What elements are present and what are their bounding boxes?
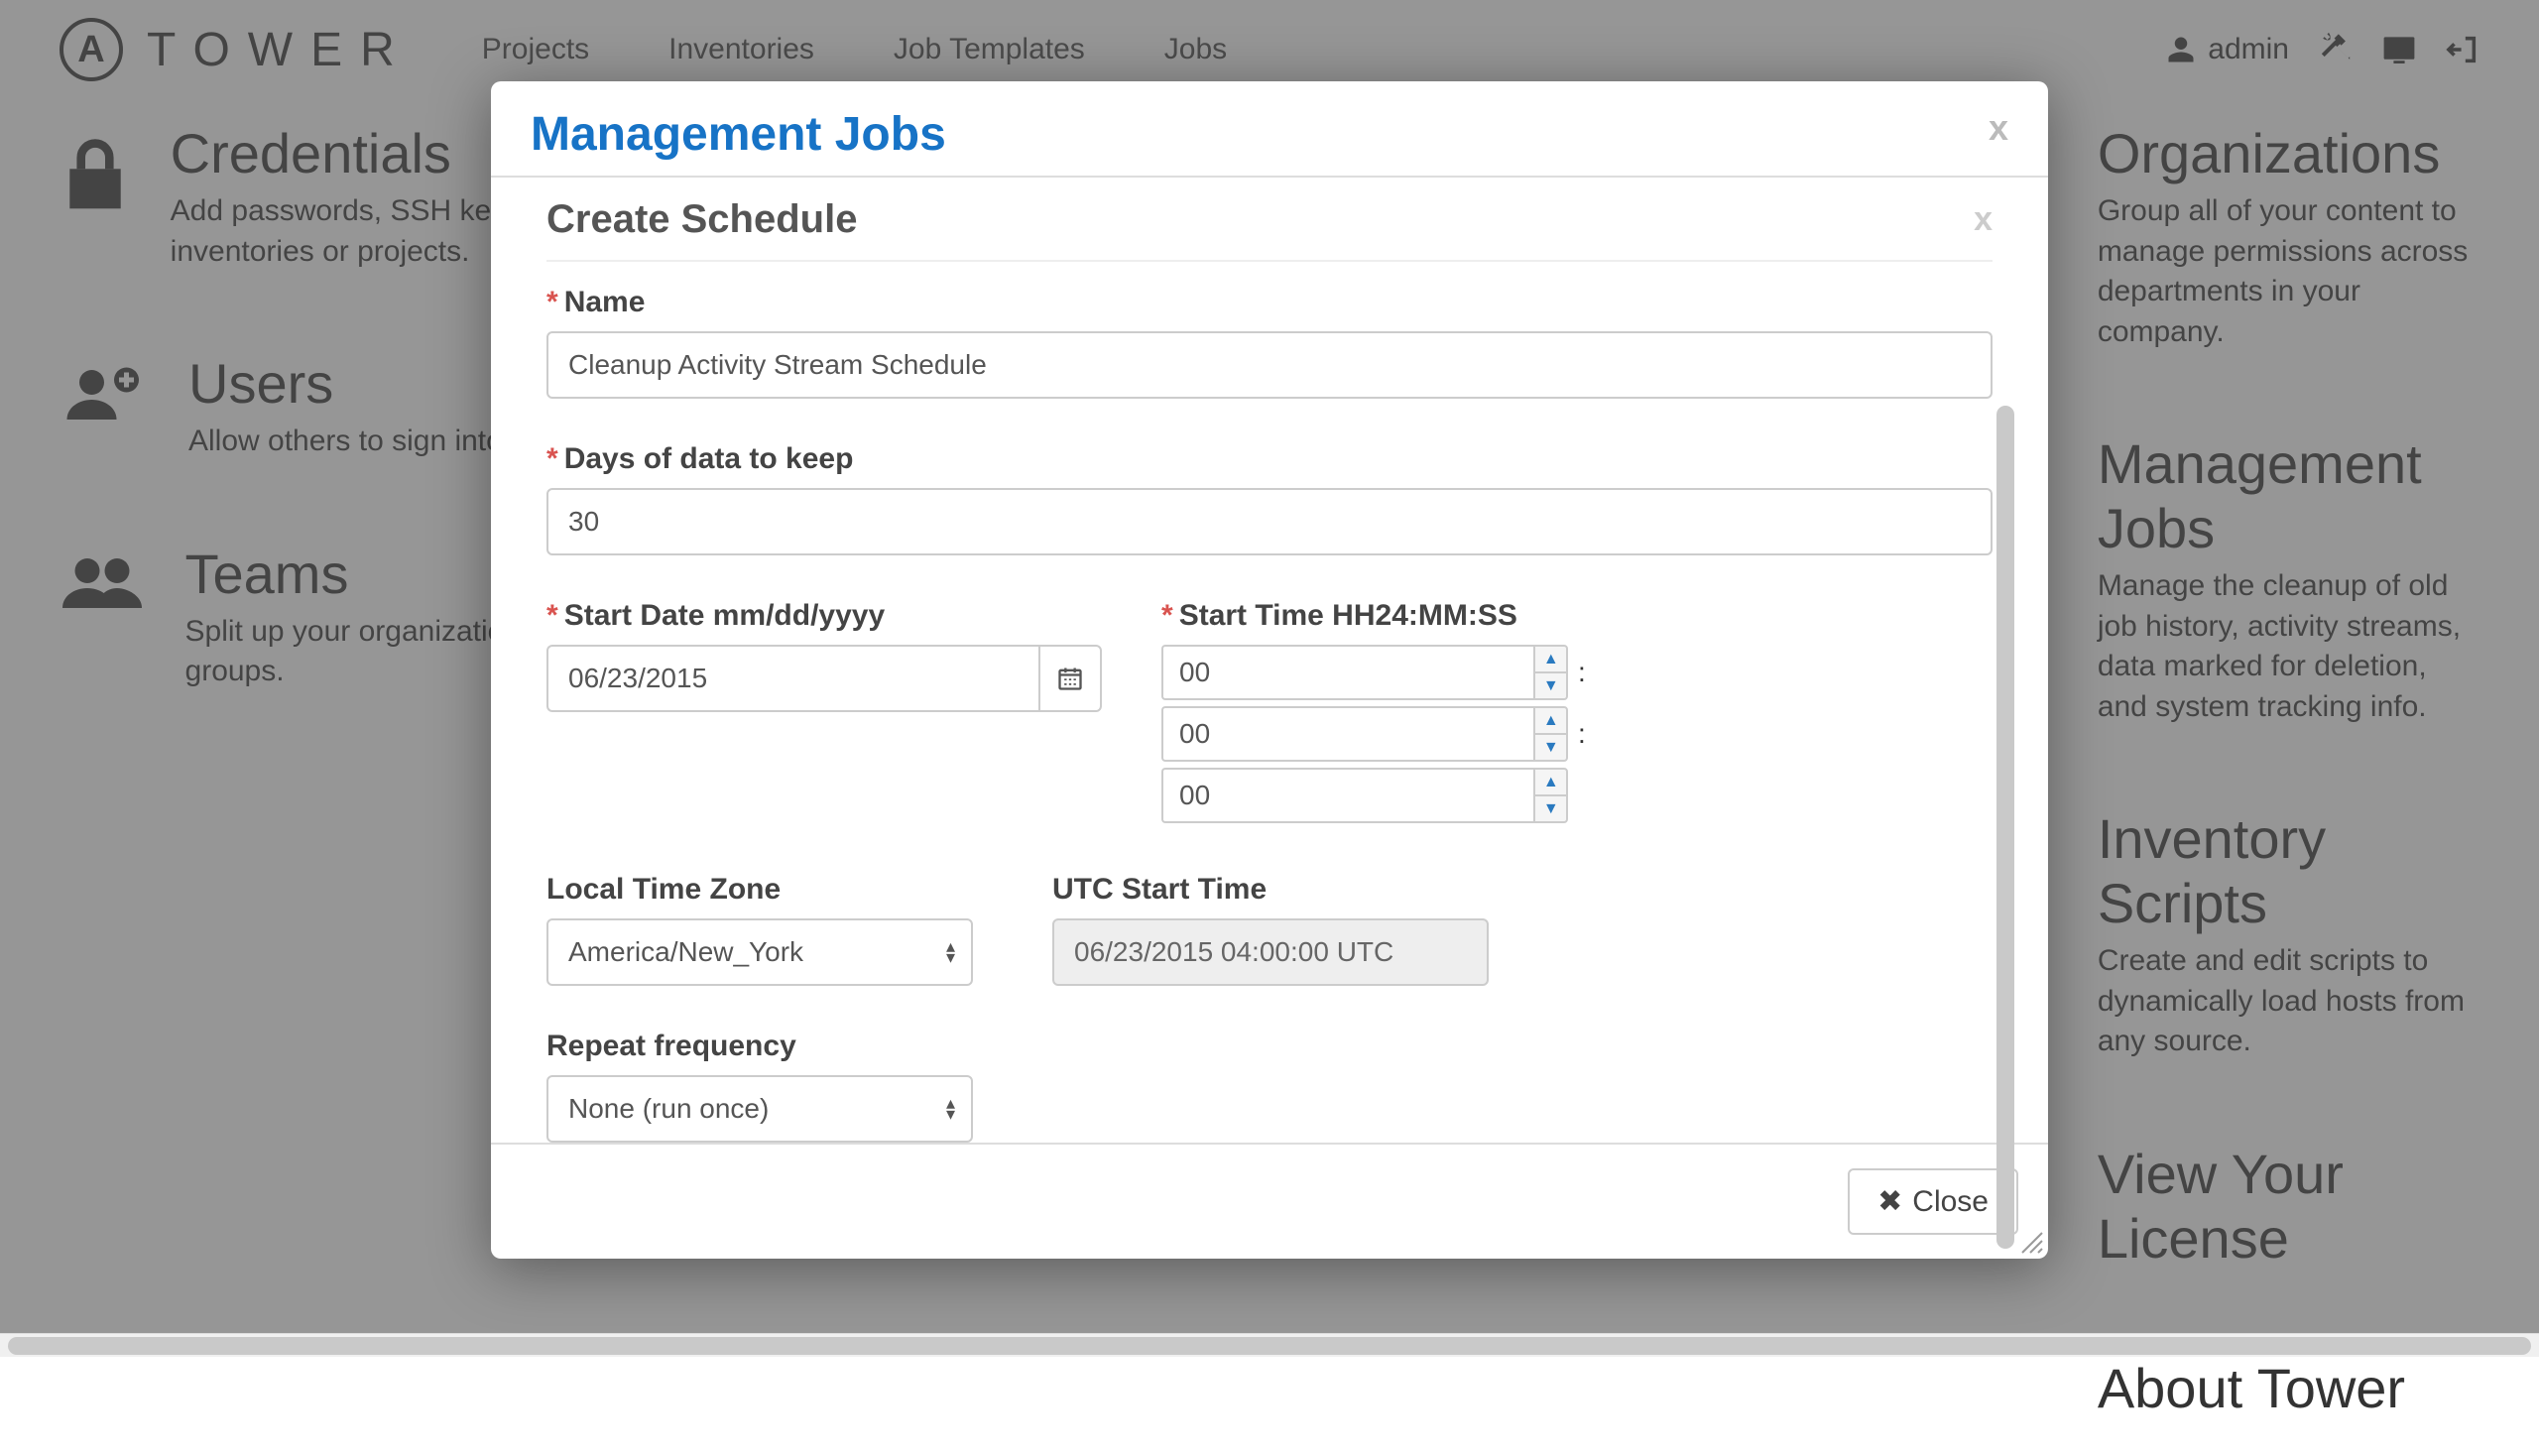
- tz-label: Local Time Zone: [546, 873, 973, 907]
- days-label: *Days of data to keep: [546, 442, 1993, 476]
- seconds-up-button[interactable]: ▲: [1533, 768, 1568, 795]
- minutes-up-button[interactable]: ▲: [1533, 706, 1568, 734]
- inner-close-button[interactable]: x: [1974, 200, 1993, 239]
- minutes-down-button[interactable]: ▼: [1533, 734, 1568, 762]
- close-icon: ✖: [1877, 1184, 1902, 1219]
- select-caret-icon: ▴▾: [946, 941, 955, 963]
- start-date-field[interactable]: [546, 645, 1038, 712]
- seconds-down-button[interactable]: ▼: [1533, 795, 1568, 823]
- horizontal-scrollbar[interactable]: [0, 1333, 2539, 1357]
- utc-value: 06/23/2015 04:00:00 UTC: [1052, 918, 1489, 986]
- hours-down-button[interactable]: ▼: [1533, 672, 1568, 700]
- hours-field[interactable]: [1161, 645, 1533, 700]
- tz-value[interactable]: [546, 918, 973, 986]
- tz-select[interactable]: ▴▾: [546, 918, 973, 986]
- time-separator: :: [1574, 657, 1590, 688]
- inner-title: Create Schedule: [546, 197, 857, 242]
- tile-title: About Tower: [2098, 1356, 2405, 1420]
- modal-title: Management Jobs: [531, 107, 946, 162]
- seconds-field[interactable]: [1161, 768, 1533, 823]
- resize-handle-icon[interactable]: [2020, 1231, 2044, 1255]
- datepicker-button[interactable]: [1038, 645, 1102, 712]
- modal-scrollbar[interactable]: [1996, 406, 2014, 1368]
- time-separator: :: [1574, 718, 1590, 750]
- repeat-value[interactable]: [546, 1075, 973, 1143]
- management-jobs-modal: Management Jobs x Create Schedule x *Nam…: [491, 81, 2048, 1259]
- utc-label: UTC Start Time: [1052, 873, 1489, 907]
- calendar-icon: [1056, 665, 1084, 692]
- repeat-label: Repeat frequency: [546, 1030, 1993, 1063]
- name-label: *Name: [546, 286, 1993, 319]
- hours-up-button[interactable]: ▲: [1533, 645, 1568, 672]
- start-date-label: *Start Date mm/dd/yyyy: [546, 599, 1102, 633]
- tile-about[interactable]: About Tower: [2098, 1356, 2479, 1426]
- modal-close-button[interactable]: x: [1989, 107, 2008, 149]
- name-field[interactable]: [546, 331, 1993, 399]
- start-time-label: *Start Time HH24:MM:SS: [1161, 599, 1590, 633]
- days-field[interactable]: [546, 488, 1993, 555]
- select-caret-icon: ▴▾: [946, 1098, 955, 1120]
- modal-overlay: Management Jobs x Create Schedule x *Nam…: [0, 0, 2539, 1357]
- minutes-field[interactable]: [1161, 706, 1533, 762]
- close-button[interactable]: ✖ Close: [1848, 1168, 2018, 1235]
- repeat-select[interactable]: ▴▾: [546, 1075, 973, 1143]
